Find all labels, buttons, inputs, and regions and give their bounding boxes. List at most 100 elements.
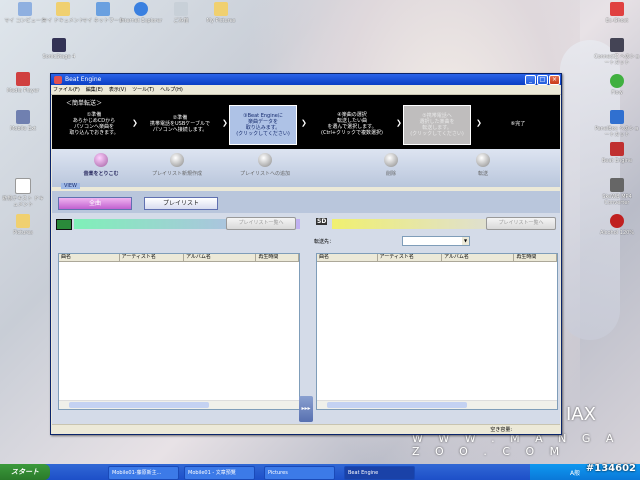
arrow-right-icon: ❯ xyxy=(396,119,402,127)
recycle-bin-icon xyxy=(174,2,188,16)
window-title: Beat Engine xyxy=(65,76,102,83)
media-app-icon xyxy=(52,38,66,52)
transfer-to-device-button[interactable]: ▸▸▸ xyxy=(299,396,313,422)
taskbar-item-pictures[interactable]: Pictures xyxy=(264,466,335,480)
desktop-icon-my-pictures[interactable]: My Pictures xyxy=(198,2,244,24)
tab-all-songs[interactable]: 全曲 xyxy=(58,197,132,210)
step-4: ④楽曲の選択 転送したい曲 を選んで選択します。 (Ctrl+クリックで複数選択… xyxy=(321,112,383,136)
menu-edit[interactable]: 編集(E) xyxy=(86,86,103,93)
arrow-right-icon: ❯ xyxy=(222,119,228,127)
sd-song-list[interactable]: 曲名 アーティスト名 アルバム名 再生時間 xyxy=(316,253,558,410)
maximize-button[interactable]: □ xyxy=(537,74,548,85)
column-song-name[interactable]: 曲名 xyxy=(317,254,378,261)
sd-list-header: 曲名 アーティスト名 アルバム名 再生時間 xyxy=(317,254,557,262)
column-artist[interactable]: アーティスト名 xyxy=(120,254,184,261)
step-3-button[interactable]: ③Beat Engineに 楽曲データを 取り込みます。 (クリックしてください… xyxy=(229,105,297,145)
ie-icon xyxy=(134,2,148,16)
pc-horizontal-scrollbar[interactable] xyxy=(59,400,299,409)
add-icon xyxy=(258,153,272,167)
menu-file[interactable]: ファイル(F) xyxy=(53,86,80,93)
column-duration[interactable]: 再生時間 xyxy=(514,254,557,261)
step-2: ②準備 携帯電話をUSBケーブルで パソコンへ接続します。 xyxy=(150,115,210,133)
desktop-icon-mobile[interactable]: Mobile Ext xyxy=(0,110,46,132)
taskbar-item-mobile01-1[interactable]: Mobile01-藤原新主... xyxy=(108,466,179,480)
app-icon xyxy=(610,110,624,124)
easy-transfer-steps: ＜簡単転送＞ ①準備 あらかじめCDから パソコンへ楽曲を 取り込んでおきます。… xyxy=(52,95,560,149)
app-icon xyxy=(16,110,30,124)
step-5-button[interactable]: ⑤携帯電話へ 選択した楽曲を 転送します。 (クリックしてください) xyxy=(403,105,471,145)
pc-song-list[interactable]: 曲名 アーティスト名 アルバム名 再生時間 xyxy=(58,253,300,410)
column-album[interactable]: アルバム名 xyxy=(442,254,515,261)
ime-indicator[interactable]: A般 xyxy=(570,468,580,477)
pc-playlist-list-button[interactable]: プレイリスト一覧へ xyxy=(226,217,296,230)
destination-label: 転送先： xyxy=(314,239,335,245)
close-button[interactable]: × xyxy=(549,74,560,85)
app-icon xyxy=(610,214,624,228)
destination-select[interactable]: ▼ xyxy=(402,236,470,246)
view-label: VIEW xyxy=(61,183,80,189)
watermark-text: #134602 xyxy=(585,463,636,474)
desktop-icon-sonicstage[interactable]: SonicStage 4 xyxy=(36,38,82,60)
toolbar: 音楽をとりこむ プレイリスト新規作成 プレイリストへの追加 削除 転送 xyxy=(52,149,560,187)
step-1: ①準備 あらかじめCDから パソコンへ楽曲を 取り込んでおきます。 xyxy=(69,112,119,136)
app-icon xyxy=(610,142,624,156)
title-bar[interactable]: Beat Engine _ □ × xyxy=(51,74,561,85)
scroll-thumb[interactable] xyxy=(327,402,467,408)
text-file-icon xyxy=(15,178,31,194)
column-album[interactable]: アルバム名 xyxy=(184,254,257,261)
menu-view[interactable]: 表示(V) xyxy=(109,86,126,93)
app-icon xyxy=(54,75,62,84)
column-duration[interactable]: 再生時間 xyxy=(256,254,299,261)
free-space-label: 空き容量: xyxy=(490,427,512,433)
delete-button[interactable]: 削除 xyxy=(356,153,426,177)
sd-playlist-list-button[interactable]: プレイリスト一覧へ xyxy=(486,217,556,230)
step-6: ⑥完了 xyxy=(510,121,526,127)
scroll-thumb[interactable] xyxy=(69,402,209,408)
desktop-icon-beat-engine[interactable]: Beat Engine xyxy=(594,142,640,164)
desktop-icon-connectz[interactable]: ConnectZ へのショートカット xyxy=(594,38,640,66)
wallpaper-brand-text: IAX xyxy=(566,404,596,425)
taskbar: スタート Mobile01-藤原新主... Mobile01 - 文章預覽 Pi… xyxy=(0,464,640,480)
chevron-down-icon[interactable]: ▼ xyxy=(462,237,469,245)
app-icon xyxy=(610,178,624,192)
app-icon xyxy=(610,74,624,88)
cd-icon xyxy=(94,153,108,167)
pc-icon xyxy=(56,219,72,230)
start-button[interactable]: スタート xyxy=(0,464,50,480)
arrow-right-icon: ❯ xyxy=(132,119,138,127)
arrow-right-icon: ❯ xyxy=(476,119,482,127)
network-icon xyxy=(96,2,110,16)
taskbar-item-mobile01-2[interactable]: Mobile01 - 文章預覽 xyxy=(184,466,255,480)
desktop-icon-media-player[interactable]: Media Player xyxy=(0,72,46,94)
view-tabs: 全曲 プレイリスト xyxy=(52,191,560,213)
folder-icon xyxy=(214,2,228,16)
arrow-right-icon: ❯ xyxy=(301,119,307,127)
transfer-button[interactable]: 転送 xyxy=(448,153,518,177)
transfer-icon xyxy=(476,153,490,167)
sd-horizontal-scrollbar[interactable] xyxy=(317,400,557,409)
import-music-button[interactable]: 音楽をとりこむ xyxy=(66,153,136,177)
pc-list-header: 曲名 アーティスト名 アルバム名 再生時間 xyxy=(59,254,299,262)
panes: プレイリスト一覧へ 曲名 アーティスト名 アルバム名 再生時間 SD プレイリス… xyxy=(52,213,560,425)
minimize-button[interactable]: _ xyxy=(525,74,536,85)
desktop-icon-text-doc[interactable]: 新規テキスト ドキュメント xyxy=(0,178,46,208)
add-to-playlist-button[interactable]: プレイリストへの追加 xyxy=(230,153,300,177)
tab-playlist[interactable]: プレイリスト xyxy=(144,197,218,210)
desktop-icon-mp4-converter[interactable]: SkeWB MP4 Converter xyxy=(594,178,640,206)
desktop-icon-alcohol[interactable]: Alcohol 120% xyxy=(594,214,640,236)
desktop-icon-ecghost[interactable]: Ec-Ghost xyxy=(594,2,640,24)
taskbar-item-beat-engine[interactable]: Beat Engine xyxy=(344,466,415,480)
new-playlist-button[interactable]: プレイリスト新規作成 xyxy=(142,153,212,177)
desktop-icon-flow[interactable]: Flow xyxy=(594,74,640,96)
beat-engine-window: Beat Engine _ □ × ファイル(F) 編集(E) 表示(V) ツー… xyxy=(50,73,562,435)
desktop-icon-panelbox[interactable]: PanelBox へのショートカット xyxy=(594,110,640,138)
column-song-name[interactable]: 曲名 xyxy=(59,254,120,261)
menu-tools[interactable]: ツール(T) xyxy=(132,86,154,93)
menu-bar: ファイル(F) 編集(E) 表示(V) ツール(T) ヘルプ(H) xyxy=(51,85,561,95)
menu-help[interactable]: ヘルプ(H) xyxy=(160,86,183,93)
column-artist[interactable]: アーティスト名 xyxy=(378,254,442,261)
app-icon xyxy=(610,38,624,52)
desktop-icon-pictures[interactable]: Pictures xyxy=(0,214,46,236)
film-icon xyxy=(16,72,30,86)
playlist-icon xyxy=(170,153,184,167)
